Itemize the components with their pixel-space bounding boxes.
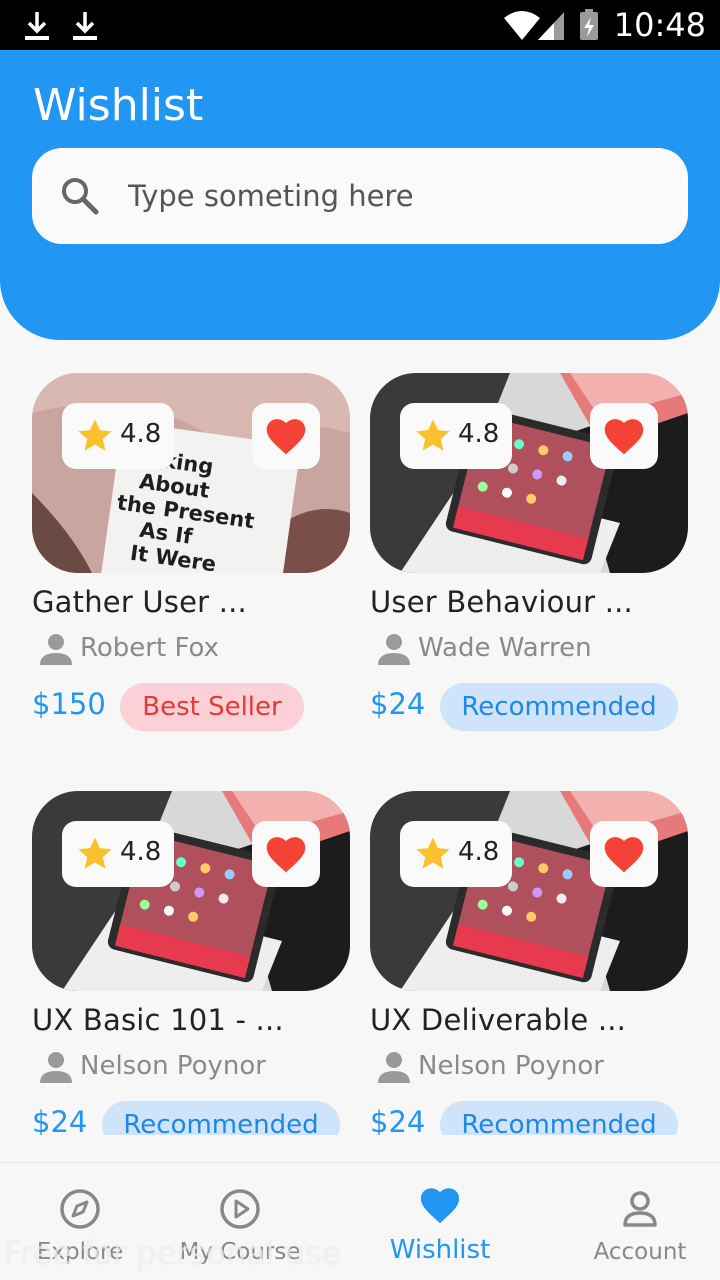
author-name: Wade Warren (418, 633, 592, 663)
course-price: $24 (32, 1105, 88, 1135)
author-name: Nelson Poynor (80, 1051, 266, 1081)
best-seller-badge: Best Seller (120, 683, 304, 731)
nav-item-account[interactable]: Account (580, 1163, 700, 1280)
status-icons (502, 8, 602, 46)
person-icon (40, 1052, 72, 1083)
rating-badge: 4.8 (400, 403, 512, 469)
nav-item-wishlist[interactable]: Wishlist (380, 1163, 500, 1280)
recommended-badge: Recommended (440, 1101, 678, 1135)
course-title[interactable]: UX Basic 101 - ... (32, 1003, 284, 1037)
course-price: $150 (32, 687, 106, 721)
clock: 10:48 (613, 6, 706, 44)
person-icon (378, 634, 410, 665)
nav-label: My Course (179, 1239, 301, 1265)
rating-badge: 4.8 (62, 821, 174, 887)
course-author: Nelson Poynor (38, 1049, 338, 1089)
wifi-icon (504, 11, 540, 40)
favorite-button[interactable] (590, 403, 658, 469)
page-title: Wishlist (33, 80, 204, 131)
play-circle-icon (220, 1189, 260, 1229)
author-name: Robert Fox (80, 633, 219, 663)
course-grid[interactable]: nking About the Present As If It Were 4.… (0, 373, 720, 1135)
favorite-button[interactable] (590, 821, 658, 887)
course-price: $24 (370, 1105, 426, 1135)
compass-icon (60, 1189, 100, 1229)
nav-label: Explore (36, 1239, 124, 1265)
download-icon (73, 12, 97, 40)
course-price: $24 (370, 687, 426, 721)
favorite-button[interactable] (252, 403, 320, 469)
heart-icon (266, 419, 306, 455)
person-icon (40, 634, 72, 665)
search-bar[interactable] (32, 148, 688, 244)
heart-icon (604, 837, 644, 873)
course-author: Wade Warren (376, 631, 676, 671)
person-icon (378, 1052, 410, 1083)
rating-value: 4.8 (458, 419, 500, 449)
rating-badge: 4.8 (62, 403, 174, 469)
bottom-navigation: Explore My Course Wishlist Account (0, 1162, 720, 1280)
rating-badge: 4.8 (400, 821, 512, 887)
course-author: Nelson Poynor (376, 1049, 676, 1089)
rating-value: 4.8 (120, 837, 162, 867)
star-icon (416, 419, 450, 451)
heart-icon (604, 419, 644, 455)
favorite-button[interactable] (252, 821, 320, 887)
course-title[interactable]: User Behaviour ... (370, 585, 633, 619)
search-icon (62, 178, 99, 215)
rating-value: 4.8 (120, 419, 162, 449)
recommended-badge: Recommended (440, 683, 678, 731)
heart-icon (266, 837, 306, 873)
nav-label: Account (593, 1239, 687, 1265)
header: Wishlist (0, 50, 720, 340)
person-icon (623, 1191, 657, 1227)
heart-icon (420, 1188, 460, 1224)
rating-value: 4.8 (458, 837, 500, 867)
nav-label: Wishlist (389, 1235, 491, 1265)
course-title[interactable]: Gather User ... (32, 585, 247, 619)
status-bar: 10:48 (0, 0, 720, 50)
battery-icon (580, 9, 598, 40)
course-author: Robert Fox (38, 631, 338, 671)
star-icon (78, 837, 112, 869)
star-icon (416, 837, 450, 869)
download-icon (25, 12, 49, 40)
author-name: Nelson Poynor (418, 1051, 604, 1081)
recommended-badge: Recommended (102, 1101, 340, 1135)
nav-item-explore[interactable]: Explore (20, 1163, 140, 1280)
course-title[interactable]: UX Deliverable ... (370, 1003, 626, 1037)
star-icon (78, 419, 112, 451)
nav-item-my-course[interactable]: My Course (170, 1163, 310, 1280)
search-input[interactable] (128, 170, 648, 222)
